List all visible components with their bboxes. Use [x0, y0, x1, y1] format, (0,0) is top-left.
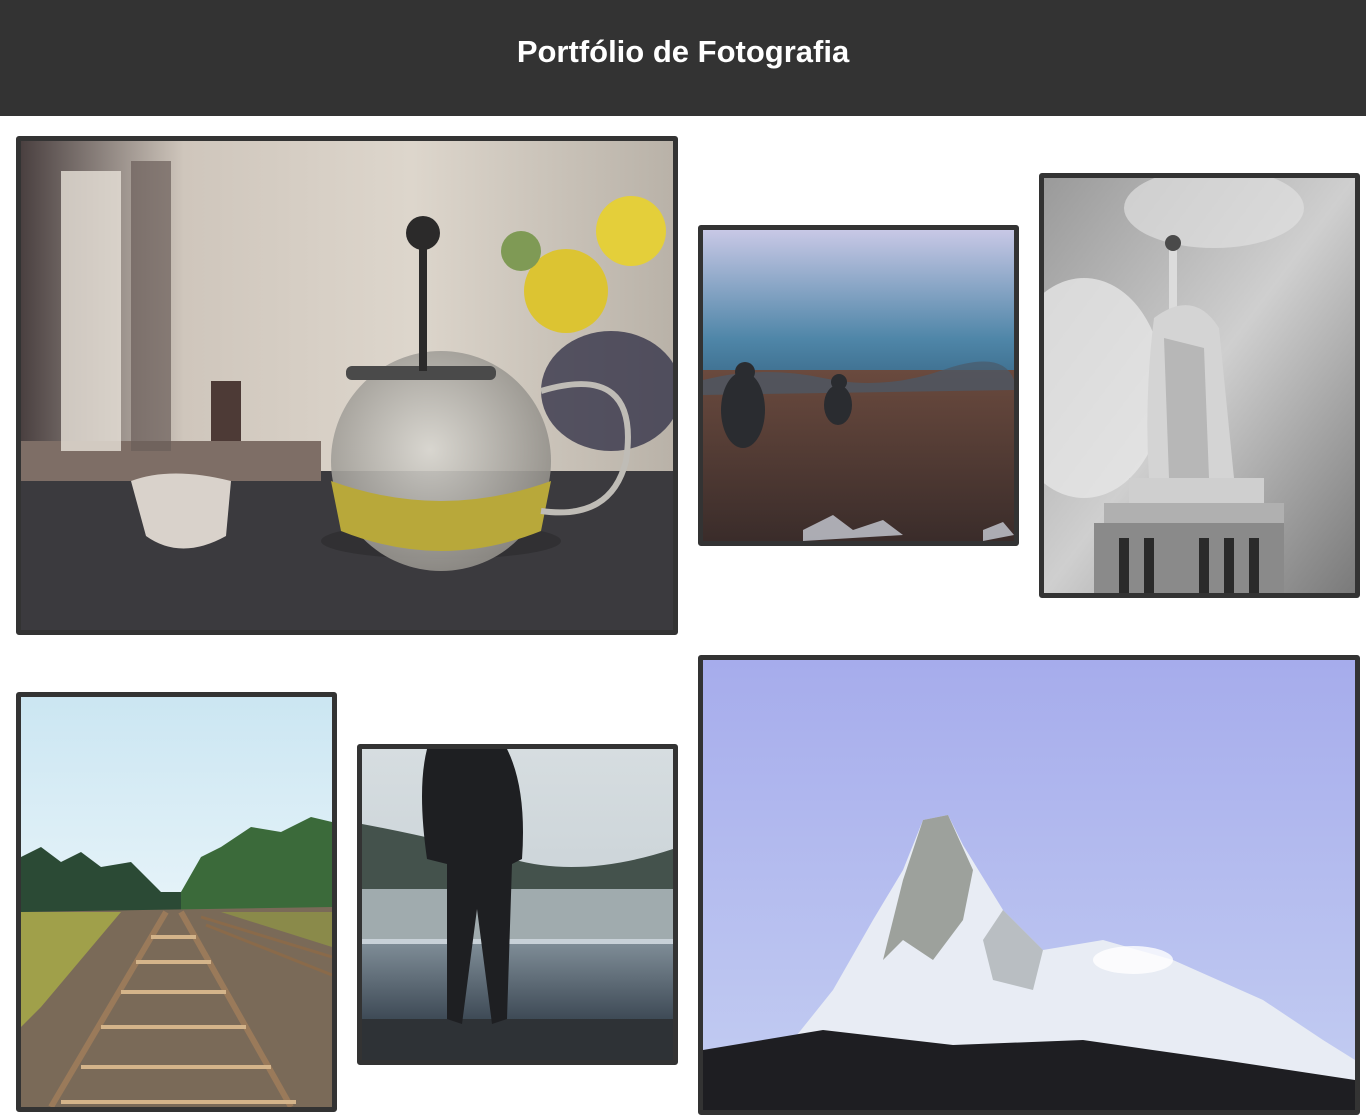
photo-teapot[interactable] [16, 136, 678, 635]
teapot-image [21, 141, 673, 630]
photo-statue-of-liberty[interactable] [1039, 173, 1360, 598]
photo-railway-tracks[interactable] [16, 692, 337, 1112]
photo-misty-field[interactable] [698, 225, 1019, 546]
man-at-lake-image [362, 749, 673, 1060]
page-title: Portfólio de Fotografia [516, 34, 850, 69]
misty-field-image [703, 230, 1014, 541]
page-header: Portfólio de Fotografia [0, 0, 1366, 116]
railway-tracks-image [21, 697, 332, 1107]
statue-of-liberty-image [1044, 178, 1355, 593]
matterhorn-image [703, 660, 1355, 1110]
photo-matterhorn[interactable] [698, 655, 1360, 1115]
photo-man-at-lake[interactable] [357, 744, 678, 1065]
